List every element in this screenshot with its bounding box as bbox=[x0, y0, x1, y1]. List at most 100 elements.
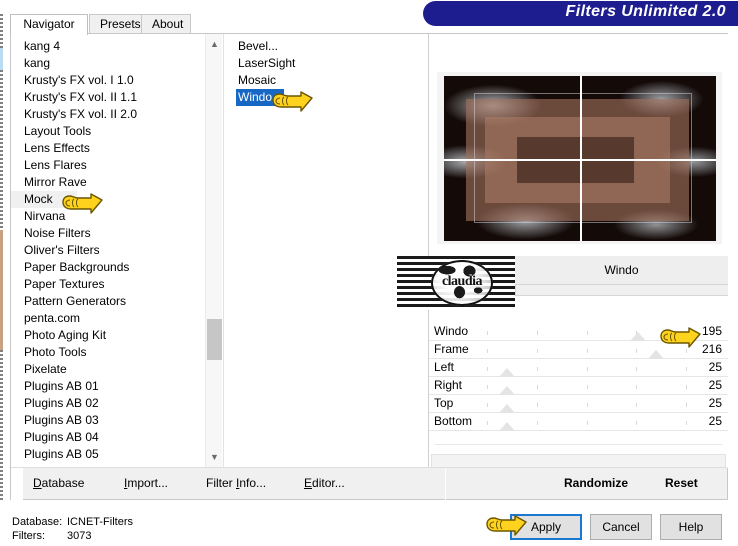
import-link[interactable]: Import... bbox=[124, 476, 168, 490]
category-list-item[interactable]: Oliver's Filters bbox=[11, 242, 205, 259]
slider-tick bbox=[487, 385, 488, 389]
preview-container bbox=[437, 72, 722, 244]
chevron-down-icon[interactable]: ▼ bbox=[206, 449, 223, 466]
category-list-item[interactable]: Krusty's FX vol. II 1.1 bbox=[11, 89, 205, 106]
slider-thumb[interactable] bbox=[648, 350, 665, 359]
slider-value: 195 bbox=[701, 324, 722, 338]
slider-thumb[interactable] bbox=[630, 332, 647, 341]
slider-row[interactable]: Windo 195 bbox=[429, 323, 728, 341]
slider-track[interactable] bbox=[487, 367, 687, 377]
category-list-item[interactable]: Paper Textures bbox=[11, 276, 205, 293]
category-list-item[interactable]: Plugins AB 01 bbox=[11, 378, 205, 395]
slider-thumb[interactable] bbox=[498, 368, 515, 377]
category-list-item[interactable]: Photo Aging Kit bbox=[11, 327, 205, 344]
slider-tick bbox=[686, 367, 687, 371]
category-list-item[interactable]: Noise Filters bbox=[11, 225, 205, 242]
category-list[interactable]: kang 4 kang Krusty's FX vol. I 1.0 Krusty's… bbox=[11, 34, 205, 468]
slider-track[interactable] bbox=[487, 349, 687, 359]
category-list-item-label: Layout Tools bbox=[24, 124, 92, 138]
category-list-item-label: Lens Effects bbox=[24, 141, 90, 155]
category-list-item[interactable]: Krusty's FX vol. I 1.0 bbox=[11, 72, 205, 89]
database-link[interactable]: Database bbox=[33, 476, 84, 490]
reset-button[interactable]: Reset bbox=[665, 476, 698, 490]
category-list-item[interactable]: penta.com bbox=[11, 310, 205, 327]
slider-track[interactable] bbox=[487, 331, 687, 341]
category-list-item-label: Photo Aging Kit bbox=[24, 328, 107, 342]
slider-tick bbox=[686, 421, 687, 425]
filter-name-label: Windo bbox=[604, 263, 639, 277]
filter-name-underbar bbox=[515, 284, 728, 296]
category-list-item-label: Pixelate bbox=[24, 362, 67, 376]
category-list-item-label: penta.com bbox=[24, 311, 81, 325]
preview-image[interactable] bbox=[444, 76, 716, 241]
category-list-item-label: Nirvana bbox=[24, 209, 66, 223]
category-list-item[interactable]: Mirror Rave bbox=[11, 174, 205, 191]
category-list-item[interactable]: Plugins AB 02 bbox=[11, 395, 205, 412]
randomize-button[interactable]: Randomize bbox=[564, 476, 628, 490]
filter-list[interactable]: Bevel... LaserSight Mosaic Windo bbox=[223, 34, 425, 468]
filter-list-item-label: Windo bbox=[238, 90, 273, 104]
category-list-item-label: Plugins AB 04 bbox=[24, 430, 99, 444]
chevron-up-icon[interactable]: ▲ bbox=[206, 36, 223, 53]
database-status-value: ICNET-Filters bbox=[67, 516, 133, 528]
cancel-button-label: Cancel bbox=[602, 520, 640, 534]
category-list-item[interactable]: Mock bbox=[11, 191, 77, 208]
help-button-label: Help bbox=[678, 520, 704, 534]
apply-button[interactable]: Apply bbox=[510, 514, 582, 540]
slider-track[interactable] bbox=[487, 385, 687, 395]
category-list-scrollbar[interactable]: ▲ ▼ bbox=[205, 34, 222, 468]
filter-list-item-label: LaserSight bbox=[238, 56, 296, 70]
category-list-item[interactable]: kang 4 bbox=[11, 38, 205, 55]
scrollbar-thumb[interactable] bbox=[207, 319, 222, 360]
category-list-item[interactable]: Nirvana bbox=[11, 208, 205, 225]
filter-list-item[interactable]: Mosaic bbox=[224, 72, 425, 89]
category-list-item[interactable]: Lens Flares bbox=[11, 157, 205, 174]
slider-tick bbox=[686, 349, 687, 353]
category-list-item-label: Pattern Generators bbox=[24, 294, 127, 308]
slider-track[interactable] bbox=[487, 421, 687, 431]
filter-list-item-selected[interactable]: Windo bbox=[236, 89, 284, 106]
slider-tick bbox=[536, 367, 538, 371]
slider-tick bbox=[487, 349, 488, 353]
slider-row[interactable]: Left 25 bbox=[429, 359, 728, 377]
slider-thumb[interactable] bbox=[498, 386, 515, 395]
filter-list-item-label: Mosaic bbox=[238, 73, 277, 87]
tab-navigator-label: Navigator bbox=[23, 17, 75, 31]
slider-tick bbox=[586, 385, 588, 389]
category-list-item[interactable]: Pixelate bbox=[11, 361, 205, 378]
slider-label: Left bbox=[434, 360, 455, 374]
filter-list-item-label: Bevel... bbox=[238, 39, 279, 53]
category-list-item[interactable]: Plugins AB 04 bbox=[11, 429, 205, 446]
category-list-item-label: Plugins AB 05 bbox=[24, 447, 99, 461]
toolbar-separator bbox=[445, 468, 446, 500]
category-list-item[interactable]: Plugins AB 05 bbox=[11, 446, 205, 463]
category-list-item[interactable]: Layout Tools bbox=[11, 123, 205, 140]
cancel-button[interactable]: Cancel bbox=[590, 514, 652, 540]
tab-about[interactable]: About bbox=[141, 14, 191, 34]
category-list-item[interactable]: kang bbox=[11, 55, 205, 72]
filter-list-item[interactable]: LaserSight bbox=[224, 55, 425, 72]
category-list-item[interactable]: Pattern Generators bbox=[11, 293, 205, 310]
category-list-item-label: kang 4 bbox=[24, 39, 61, 53]
category-list-item-label: Plugins AB 01 bbox=[24, 379, 99, 393]
slider-row[interactable]: Right 25 bbox=[429, 377, 728, 395]
slider-thumb[interactable] bbox=[498, 404, 515, 413]
category-list-item[interactable]: Paper Backgrounds bbox=[11, 259, 205, 276]
slider-row[interactable]: Top 25 bbox=[429, 395, 728, 413]
category-list-item[interactable]: Lens Effects bbox=[11, 140, 205, 157]
tab-navigator[interactable]: Navigator bbox=[10, 14, 88, 35]
slider-footer-box bbox=[431, 454, 726, 468]
category-list-item[interactable]: Krusty's FX vol. II 2.0 bbox=[11, 106, 205, 123]
category-list-item[interactable]: Plugins AB 03 bbox=[11, 412, 205, 429]
slider-tick bbox=[636, 385, 638, 389]
slider-track[interactable] bbox=[487, 403, 687, 413]
slider-thumb[interactable] bbox=[498, 422, 515, 431]
category-list-item[interactable]: Photo Tools bbox=[11, 344, 205, 361]
slider-row[interactable]: Frame 216 bbox=[429, 341, 728, 359]
slider-label: Right bbox=[434, 378, 463, 392]
filter-info-link[interactable]: Filter Info... bbox=[206, 476, 266, 490]
slider-row[interactable]: Bottom 25 bbox=[429, 413, 728, 431]
help-button[interactable]: Help bbox=[660, 514, 722, 540]
filter-list-item[interactable]: Bevel... bbox=[224, 38, 425, 55]
editor-link[interactable]: Editor... bbox=[304, 476, 345, 490]
